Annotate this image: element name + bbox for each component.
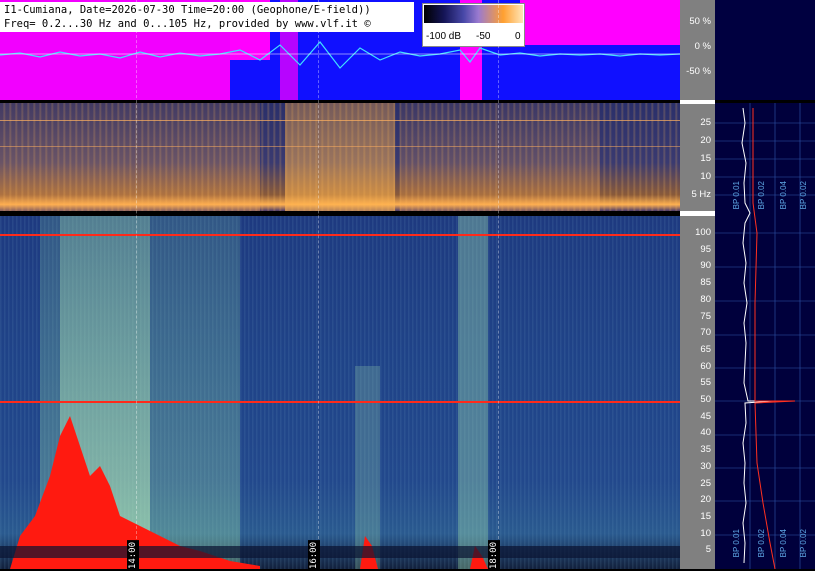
high-freq-label: 100	[695, 227, 711, 238]
bp-label: BP 0.02	[757, 529, 766, 558]
low-freq-label: 15	[700, 153, 711, 164]
high-freq-label: 40	[700, 427, 711, 439]
high-freq-label: 65	[700, 343, 711, 355]
high-freq-label: 45	[700, 410, 711, 422]
bp-label: BP 0.01	[732, 181, 741, 210]
bp-label: BP 0.01	[732, 529, 741, 558]
high-freq-label: 85	[700, 277, 711, 289]
high-freq-label: 55	[700, 377, 711, 389]
right-header-panel	[715, 0, 815, 100]
high-freq-label: 25	[700, 477, 711, 489]
high-freq-label: 5	[705, 544, 711, 556]
axis-divider	[680, 211, 715, 216]
colorbar-label-max: 0	[515, 31, 521, 42]
bp-label: BP 0.04	[779, 181, 788, 210]
high-freq-label: 20	[700, 494, 711, 506]
time-label-1400: 14:00	[127, 540, 139, 571]
high-freq-label: 70	[700, 327, 711, 339]
powerline-100hz	[0, 234, 680, 236]
title-box: I1-Cumiana, Date=2026-07-30 Time=20:00 (…	[0, 2, 414, 32]
bp-label: BP 0.02	[757, 181, 766, 210]
intensity-region	[10, 416, 488, 569]
time-label-1600: 16:00	[308, 540, 320, 571]
powerline-50hz	[0, 401, 680, 403]
averages-panel: BP 0.01 BP 0.02 BP 0.04 BP 0.02 BP 0.01 …	[715, 103, 815, 569]
spectrogram-low	[0, 103, 680, 211]
high-freq-label: 50	[700, 394, 711, 405]
time-marker-line	[318, 0, 319, 569]
low-freq-label: 25	[700, 117, 711, 128]
frequency-line: Freq= 0.2...30 Hz and 0...105 Hz, provid…	[4, 18, 371, 30]
high-freq-label: 95	[700, 243, 711, 255]
high-freq-label: 10	[700, 527, 711, 539]
spectrogram-high	[0, 216, 680, 569]
bp-label: BP 0.02	[799, 181, 808, 210]
colorbar-label-mid: -50	[476, 31, 491, 42]
time-marker-line	[136, 0, 137, 569]
high-freq-label: 30	[700, 460, 711, 472]
low-freq-label: 5 Hz	[691, 189, 711, 200]
bp-label: BP 0.02	[799, 529, 808, 558]
high-freq-label: 15	[700, 510, 711, 522]
low-freq-label: 10	[700, 171, 711, 182]
amp-label: 50 %	[689, 16, 711, 27]
low-freq-label: 20	[700, 135, 711, 146]
high-freq-label: 60	[700, 360, 711, 372]
time-label-1800: 18:00	[488, 540, 500, 571]
band-line	[0, 120, 680, 121]
high-freq-label: 90	[700, 260, 711, 272]
high-freq-label: 80	[700, 293, 711, 305]
high-freq-label: 75	[700, 310, 711, 322]
colorbar-legend: -100 dB -50 0	[422, 3, 525, 47]
colorbar-label-min: -100 dB	[426, 31, 462, 42]
title-line: I1-Cumiana, Date=2026-07-30 Time=20:00 (…	[4, 4, 371, 16]
high-freq-label: 35	[700, 444, 711, 456]
time-marker-line	[498, 0, 499, 569]
bp-label: BP 0.04	[779, 529, 788, 558]
amp-label: 0 %	[694, 41, 711, 52]
band-line	[0, 146, 680, 147]
low-noise-band	[0, 546, 680, 558]
amp-label: -50 %	[686, 66, 711, 77]
axis-divider	[680, 100, 715, 104]
colorbar-gradient	[424, 5, 523, 23]
axis-column: 50 % 0 % -50 % 25 20 15 10 5 Hz 100 95 90 8…	[680, 0, 715, 569]
grid-lines	[715, 103, 815, 569]
